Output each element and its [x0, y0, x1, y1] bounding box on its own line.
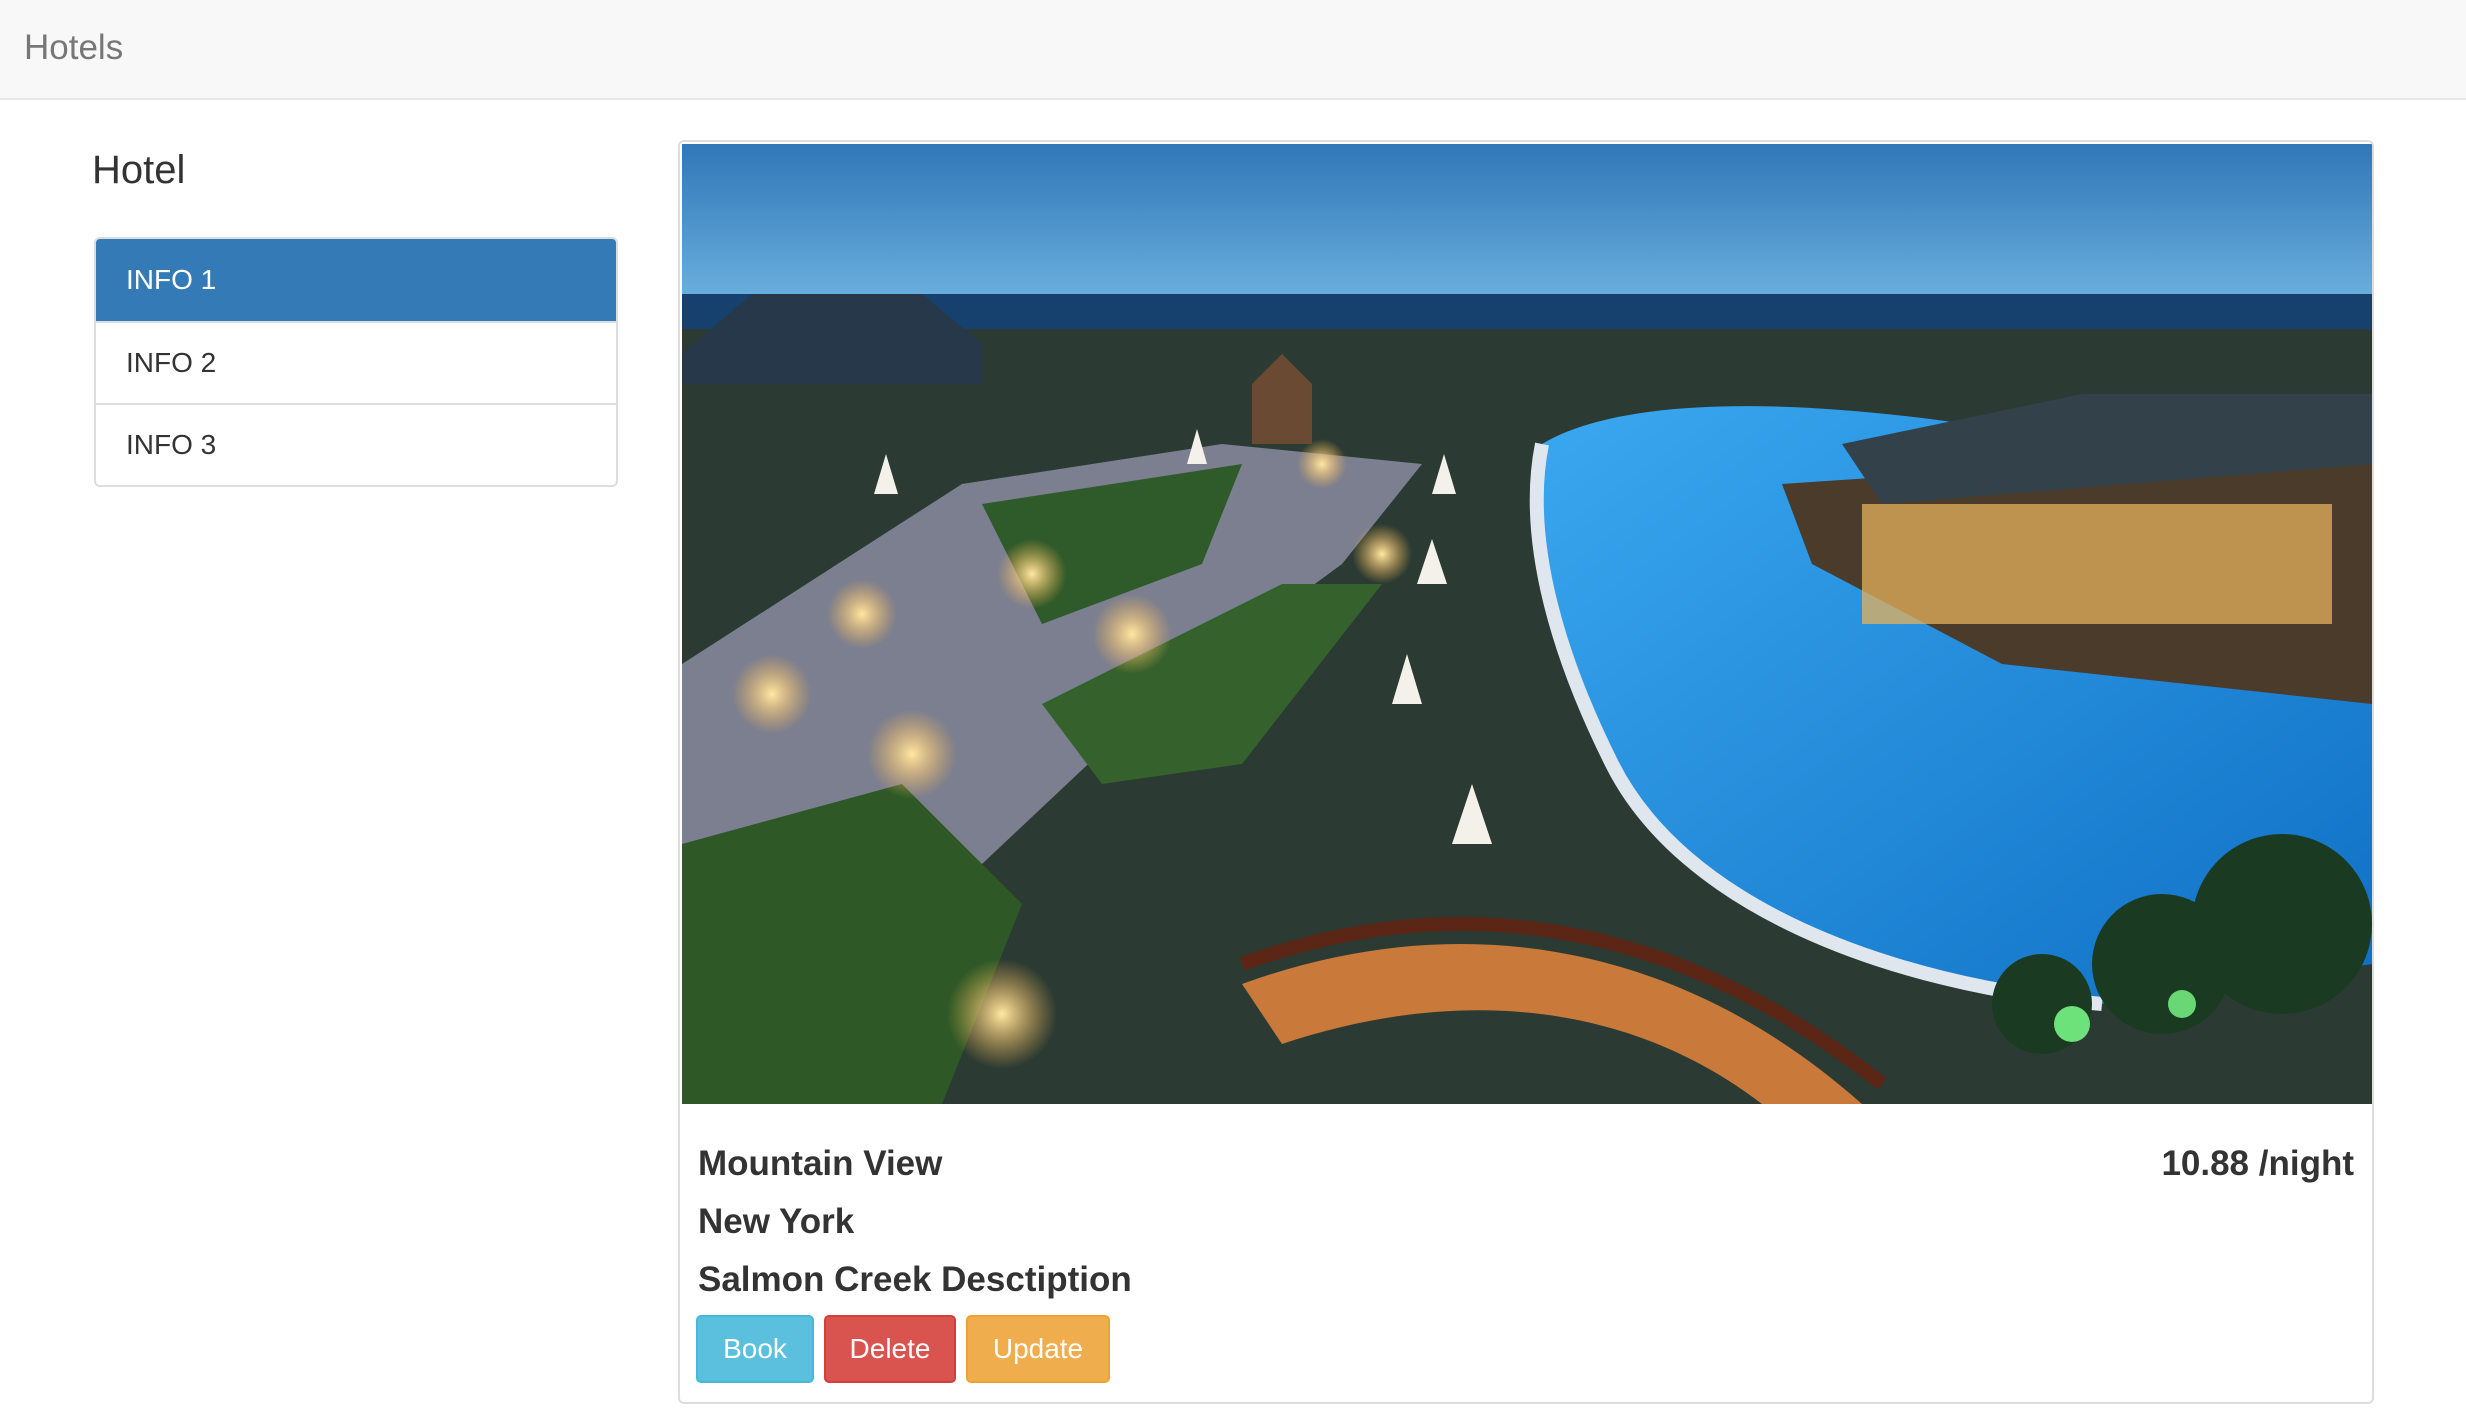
hotel-card: Mountain View 10.88 /night New York Salm… — [678, 140, 2374, 1404]
sidebar-title: Hotel — [92, 148, 186, 192]
update-button[interactable]: Update — [966, 1315, 1110, 1383]
hotel-photo — [682, 144, 2372, 1104]
navbar: Hotels — [0, 0, 2466, 100]
delete-button[interactable]: Delete — [824, 1315, 956, 1383]
hotel-price: 10.88 /night — [2161, 1144, 2354, 1183]
navbar-brand[interactable]: Hotels — [24, 26, 123, 70]
book-button[interactable]: Book — [696, 1315, 814, 1383]
list-item-info-3[interactable]: INFO 3 — [96, 403, 616, 485]
hotel-name: Mountain View — [698, 1144, 943, 1183]
hotel-city: New York — [698, 1202, 855, 1241]
info-list: INFO 1 INFO 2 INFO 3 — [94, 237, 618, 487]
list-item-info-1[interactable]: INFO 1 — [96, 239, 616, 321]
list-item-info-2[interactable]: INFO 2 — [96, 321, 616, 403]
hotel-description: Salmon Creek Desctiption — [698, 1260, 1132, 1299]
